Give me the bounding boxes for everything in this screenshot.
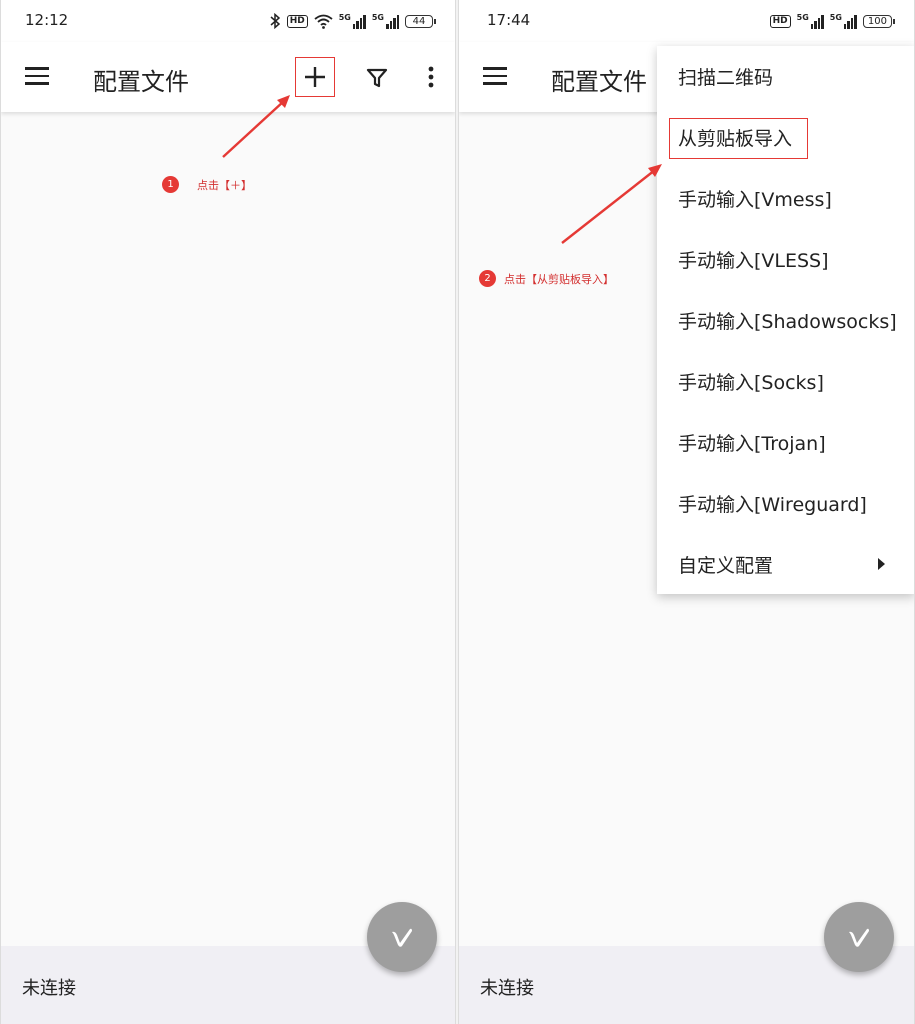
app-bar: 配置文件 xyxy=(1,42,455,112)
step-number: 1 xyxy=(162,176,179,193)
menu-item-manual-wireguard[interactable]: 手动输入[Wireguard] xyxy=(657,473,914,534)
chevron-right-icon xyxy=(878,558,885,570)
menu-item-manual-shadowsocks[interactable]: 手动输入[Shadowsocks] xyxy=(657,290,914,351)
menu-item-manual-vless[interactable]: 手动输入[VLESS] xyxy=(657,229,914,290)
connection-status: 未连接 xyxy=(22,978,76,999)
annotation-step-2: 2 点击【从剪贴板导入】 xyxy=(479,270,614,287)
v2ray-icon xyxy=(849,928,869,947)
signal-1-icon: 5G xyxy=(339,13,366,29)
screenshot-left: 12:12 HD 5G 5G 44 配置文件 1 点击【＋】 未连接 xyxy=(0,0,456,1024)
menu-icon[interactable] xyxy=(483,67,507,87)
wifi-icon xyxy=(314,14,333,29)
connect-button[interactable] xyxy=(824,902,894,972)
battery-icon: 44 xyxy=(405,14,436,28)
status-bar: 17:44 HD 5G 5G 100 xyxy=(459,0,914,42)
menu-item-label: 手动输入[Socks] xyxy=(678,372,824,394)
bluetooth-icon xyxy=(270,13,280,29)
signal-2-icon: 5G xyxy=(830,13,857,29)
status-icons: HD 5G 5G 44 xyxy=(270,11,436,31)
hd-badge: HD xyxy=(286,14,308,28)
menu-item-label: 手动输入[Trojan] xyxy=(678,433,826,455)
menu-item-custom-config[interactable]: 自定义配置 xyxy=(657,534,914,595)
connection-status: 未连接 xyxy=(480,978,534,999)
popup-menu: 扫描二维码 从剪贴板导入 手动输入[Vmess] 手动输入[VLESS] 手动输… xyxy=(657,46,914,595)
menu-item-label: 手动输入[Vmess] xyxy=(678,189,832,211)
connect-button[interactable] xyxy=(367,902,437,972)
highlight-box xyxy=(669,118,808,159)
menu-item-manual-trojan[interactable]: 手动输入[Trojan] xyxy=(657,412,914,473)
status-time: 12:12 xyxy=(25,11,69,29)
status-bar: 12:12 HD 5G 5G 44 xyxy=(1,0,455,42)
menu-item-manual-socks[interactable]: 手动输入[Socks] xyxy=(657,351,914,412)
menu-item-import-clipboard[interactable]: 从剪贴板导入 xyxy=(657,107,914,168)
annotation-text: 点击【＋】 xyxy=(197,178,252,192)
menu-item-label: 手动输入[Wireguard] xyxy=(678,494,867,516)
add-icon xyxy=(305,67,325,87)
add-button[interactable] xyxy=(295,57,335,97)
step-number: 2 xyxy=(479,270,496,287)
menu-item-label: 手动输入[Shadowsocks] xyxy=(678,311,897,333)
filter-icon[interactable] xyxy=(365,66,389,90)
status-icons: HD 5G 5G 100 xyxy=(769,11,896,31)
v2ray-icon xyxy=(392,928,412,947)
page-title: 配置文件 xyxy=(551,68,647,96)
menu-item-label: 手动输入[VLESS] xyxy=(678,250,829,272)
signal-1-icon: 5G xyxy=(797,13,824,29)
annotation-text: 点击【从剪贴板导入】 xyxy=(504,272,614,286)
status-time: 17:44 xyxy=(487,11,531,29)
page-title: 配置文件 xyxy=(93,68,189,96)
annotation-step-1: 1 点击【＋】 xyxy=(162,176,252,193)
signal-2-icon: 5G xyxy=(372,13,399,29)
menu-item-scan-qr[interactable]: 扫描二维码 xyxy=(657,46,914,107)
menu-icon[interactable] xyxy=(25,67,49,87)
menu-item-manual-vmess[interactable]: 手动输入[Vmess] xyxy=(657,168,914,229)
more-vert-icon[interactable] xyxy=(419,65,443,89)
menu-item-label: 自定义配置 xyxy=(678,555,774,577)
battery-icon: 100 xyxy=(862,14,896,28)
screenshot-right: 17:44 HD 5G 5G 100 配置文件 扫描二维码 从剪贴板导入 手动输… xyxy=(458,0,915,1024)
menu-item-label: 扫描二维码 xyxy=(678,67,774,89)
hd-badge: HD xyxy=(769,14,791,28)
